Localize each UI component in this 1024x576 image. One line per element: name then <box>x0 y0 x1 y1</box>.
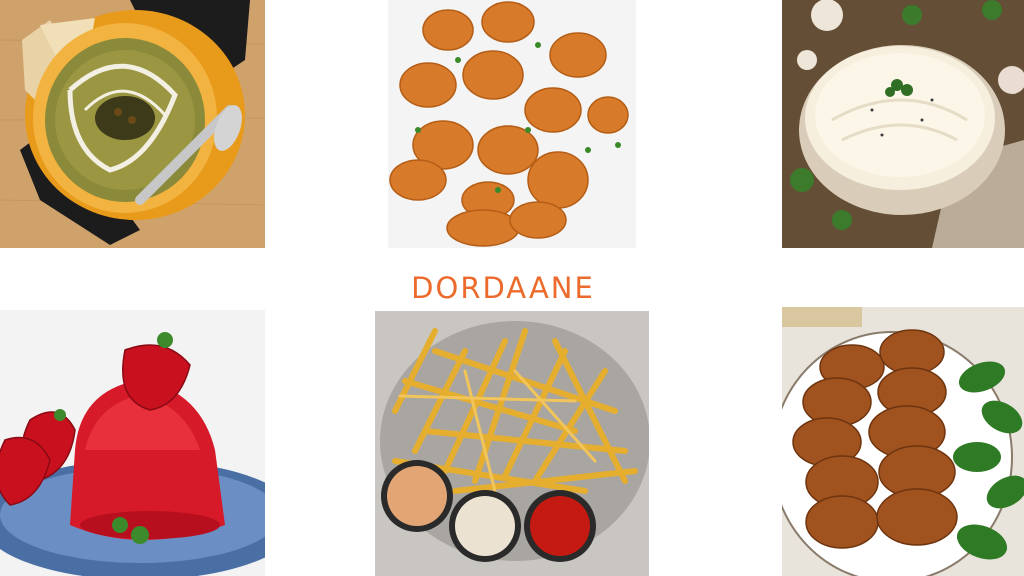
cutlets-image-icon <box>782 307 1024 576</box>
fries-image-icon <box>375 311 649 576</box>
nuggets-photo <box>388 0 636 248</box>
brand-logo: DORDAANE <box>411 271 595 305</box>
cutlets-photo <box>782 307 1024 576</box>
jelly-image-icon <box>0 310 265 576</box>
nuggets-image-icon <box>388 0 636 248</box>
soup-photo <box>0 0 265 248</box>
mayo-image-icon <box>782 0 1024 248</box>
fries-photo <box>375 311 649 576</box>
mayo-photo <box>782 0 1024 248</box>
soup-image-icon <box>0 0 265 248</box>
jelly-photo <box>0 310 265 576</box>
